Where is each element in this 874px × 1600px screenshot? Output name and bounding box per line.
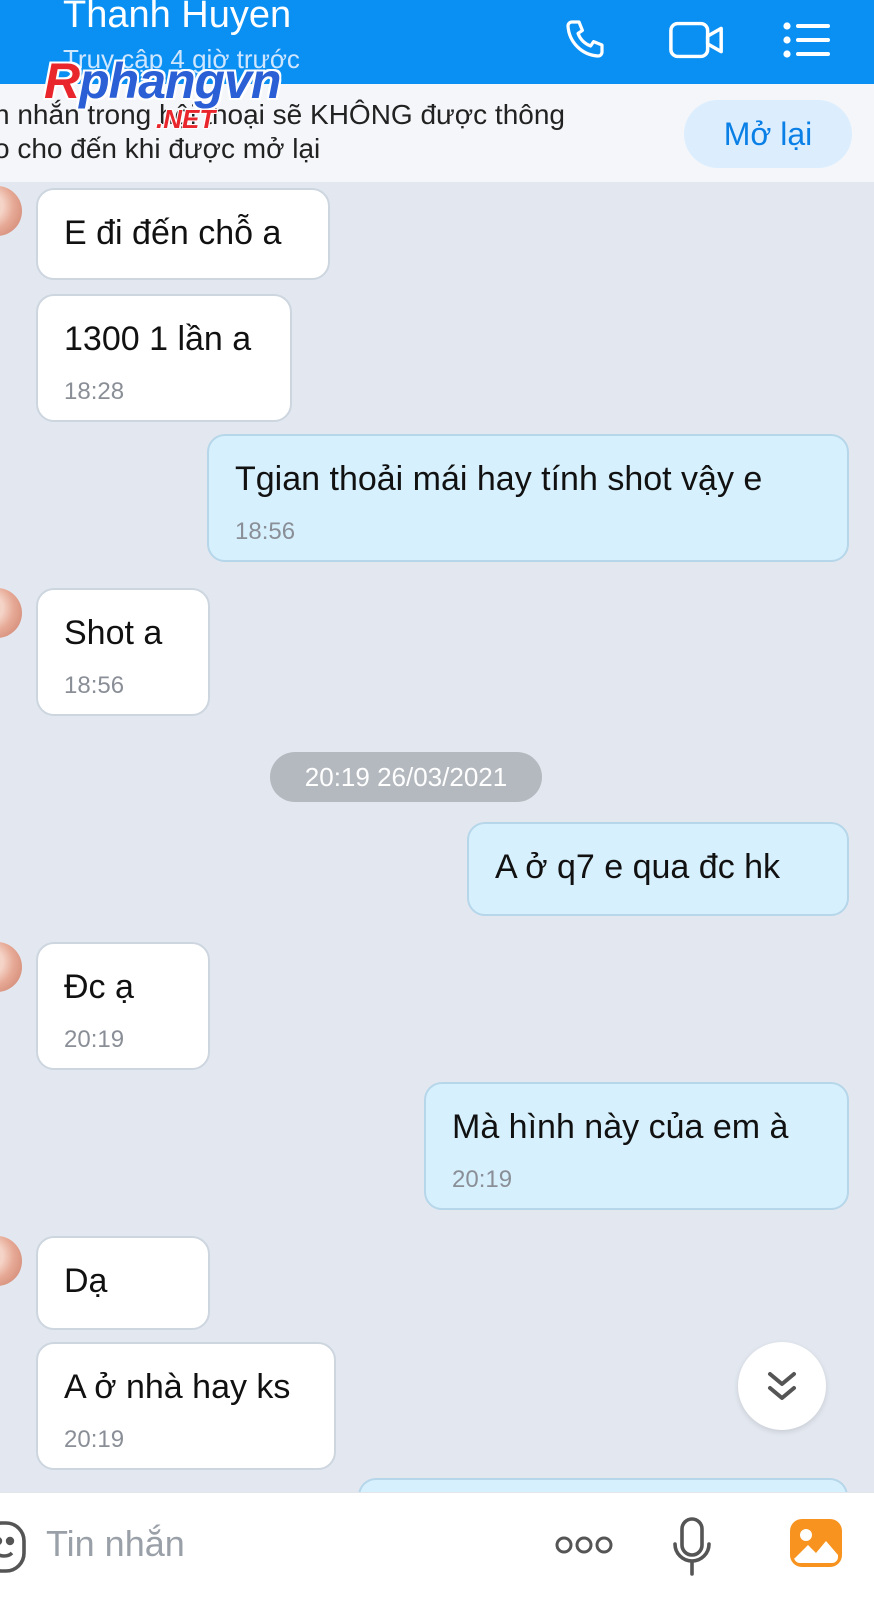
message-bubble-incoming[interactable]: A ở nhà hay ks 20:19 bbox=[36, 1342, 336, 1470]
phone-icon[interactable] bbox=[556, 10, 616, 70]
more-options-icon[interactable] bbox=[552, 1523, 616, 1567]
contact-avatar[interactable] bbox=[0, 186, 22, 236]
gallery-icon[interactable] bbox=[788, 1515, 844, 1571]
video-call-icon[interactable] bbox=[667, 10, 727, 70]
contact-avatar[interactable] bbox=[0, 942, 22, 992]
message-text: Tgian thoải mái hay tính shot vậy e bbox=[235, 460, 763, 498]
reopen-button[interactable]: Mở lại bbox=[684, 100, 852, 168]
message-time: 18:56 bbox=[235, 518, 296, 545]
message-text: Dạ bbox=[64, 1262, 108, 1300]
contact-avatar[interactable] bbox=[0, 588, 22, 638]
message-time: 20:19 bbox=[64, 1426, 125, 1453]
chat-header: Thanh Huyen Truy cập 4 giờ trước bbox=[0, 0, 874, 84]
message-time: 18:56 bbox=[64, 672, 125, 699]
message-text: Đc ạ bbox=[64, 968, 134, 1006]
date-separator: 20:19 26/03/2021 bbox=[270, 752, 542, 802]
message-time: 18:28 bbox=[64, 378, 125, 405]
message-text: Mà hình này của em à bbox=[452, 1108, 789, 1146]
message-bubble-incoming[interactable]: Shot a 18:56 bbox=[36, 588, 210, 716]
message-text: A ở q7 e qua đc hk bbox=[495, 848, 781, 886]
message-bubble-incoming[interactable]: E đi đến chỗ a bbox=[36, 188, 330, 280]
message-bubble-outgoing[interactable]: A ở q7 e qua đc hk bbox=[467, 822, 849, 916]
chevron-double-down-icon bbox=[768, 1372, 796, 1400]
muted-notice-text: n nhắn trong hội thoại sẽ KHÔNG được thô… bbox=[0, 99, 565, 164]
message-text: E đi đến chỗ a bbox=[64, 214, 282, 252]
notification-banner: n nhắn trong hội thoại sẽ KHÔNG được thô… bbox=[0, 84, 874, 182]
last-seen-status: Truy cập 4 giờ trước bbox=[63, 44, 300, 74]
message-text: A ở nhà hay ks bbox=[64, 1368, 291, 1406]
message-bubble-incoming[interactable]: Đc ạ 20:19 bbox=[36, 942, 210, 1070]
message-bubble-outgoing[interactable]: Mà hình này của em à 20:19 bbox=[424, 1082, 849, 1210]
contact-name[interactable]: Thanh Huyen bbox=[63, 0, 291, 37]
message-bubble-incoming[interactable]: 1300 1 lần a 18:28 bbox=[36, 294, 292, 422]
sticker-icon[interactable] bbox=[0, 1519, 26, 1575]
message-text: 1300 1 lần a bbox=[64, 320, 252, 358]
message-input[interactable] bbox=[46, 1513, 526, 1575]
message-composer bbox=[0, 1492, 874, 1600]
message-time: 20:19 bbox=[64, 1026, 125, 1053]
menu-list-icon[interactable] bbox=[777, 10, 837, 70]
message-text: Shot a bbox=[64, 614, 163, 652]
message-time: 20:19 bbox=[452, 1166, 513, 1193]
contact-avatar[interactable] bbox=[0, 1236, 22, 1286]
scroll-to-bottom-button[interactable] bbox=[738, 1342, 826, 1430]
message-bubble-outgoing[interactable]: Tgian thoải mái hay tính shot vậy e 18:5… bbox=[207, 434, 849, 562]
message-bubble-incoming[interactable]: Dạ bbox=[36, 1236, 210, 1330]
microphone-icon[interactable] bbox=[670, 1515, 714, 1579]
